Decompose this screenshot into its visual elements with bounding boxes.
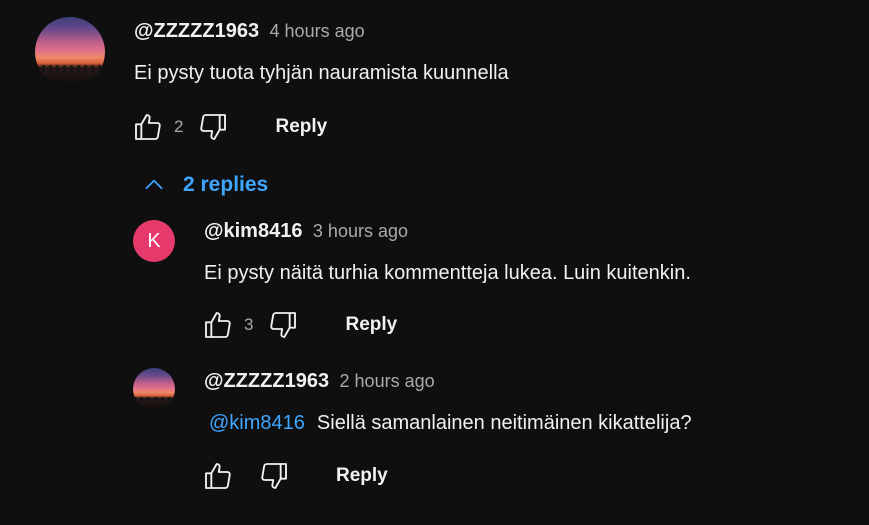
- dislike-button[interactable]: [195, 109, 231, 145]
- dislike-button[interactable]: [256, 458, 292, 494]
- comment-text: Ei pysty tuota tyhjän nauramista kuunnel…: [134, 62, 509, 84]
- comment-author[interactable]: @ZZZZZ1963: [204, 370, 329, 392]
- like-count: 3: [244, 315, 254, 334]
- comment-actions: 2 Reply: [130, 109, 327, 145]
- like-button[interactable]: [200, 307, 236, 343]
- comment-author[interactable]: @ZZZZZ1963: [134, 20, 259, 42]
- comment-header: @ZZZZZ1963 4 hours ago: [134, 20, 365, 43]
- reply-comment: @ZZZZZ1963 2 hours ago @kim8416 Siellä sa…: [0, 360, 869, 510]
- thumbs-up-icon: [205, 312, 231, 338]
- replies-toggle[interactable]: 2 replies: [141, 172, 268, 198]
- comment-actions: Reply: [200, 458, 388, 494]
- avatar[interactable]: [35, 17, 105, 87]
- comment-text-line: @kim8416 Siellä samanlainen neitimäinen k…: [209, 412, 692, 435]
- mention-link[interactable]: @kim8416: [209, 412, 305, 434]
- like-button[interactable]: [130, 109, 166, 145]
- comment-text: Ei pysty näitä turhia kommentteja lukea.…: [204, 262, 691, 284]
- like-button[interactable]: [200, 458, 236, 494]
- reply-button[interactable]: Reply: [275, 116, 327, 138]
- comment-time[interactable]: 3 hours ago: [313, 221, 408, 241]
- avatar[interactable]: [133, 368, 175, 410]
- avatar-letter: K: [147, 229, 161, 252]
- chevron-up-icon: [145, 179, 163, 190]
- thumbs-down-icon: [261, 463, 287, 489]
- reply-button[interactable]: Reply: [345, 314, 397, 336]
- reply-comment: K @kim8416 3 hours ago Ei pysty näitä tu…: [0, 210, 869, 360]
- thumbs-down-icon: [200, 114, 227, 140]
- dislike-button[interactable]: [265, 307, 301, 343]
- comment-time[interactable]: 4 hours ago: [270, 21, 365, 41]
- comment-actions: 3 Reply: [200, 307, 397, 343]
- avatar[interactable]: K: [133, 220, 175, 262]
- comment-header: @ZZZZZ1963 2 hours ago: [204, 370, 435, 393]
- like-count: 2: [174, 117, 184, 136]
- thumbs-up-icon: [205, 463, 231, 489]
- thumbs-down-icon: [270, 312, 297, 338]
- replies-toggle-label: 2 replies: [183, 173, 269, 196]
- comment-header: @kim8416 3 hours ago: [204, 220, 408, 243]
- comment-text: Siellä samanlainen neitimäinen kikatteli…: [316, 412, 692, 434]
- comment-time[interactable]: 2 hours ago: [340, 371, 435, 391]
- comment-author[interactable]: @kim8416: [204, 220, 302, 242]
- thumbs-up-icon: [135, 114, 161, 140]
- top-comment: @ZZZZZ1963 4 hours ago Ei pysty tuota ty…: [0, 0, 869, 160]
- reply-button[interactable]: Reply: [336, 465, 388, 487]
